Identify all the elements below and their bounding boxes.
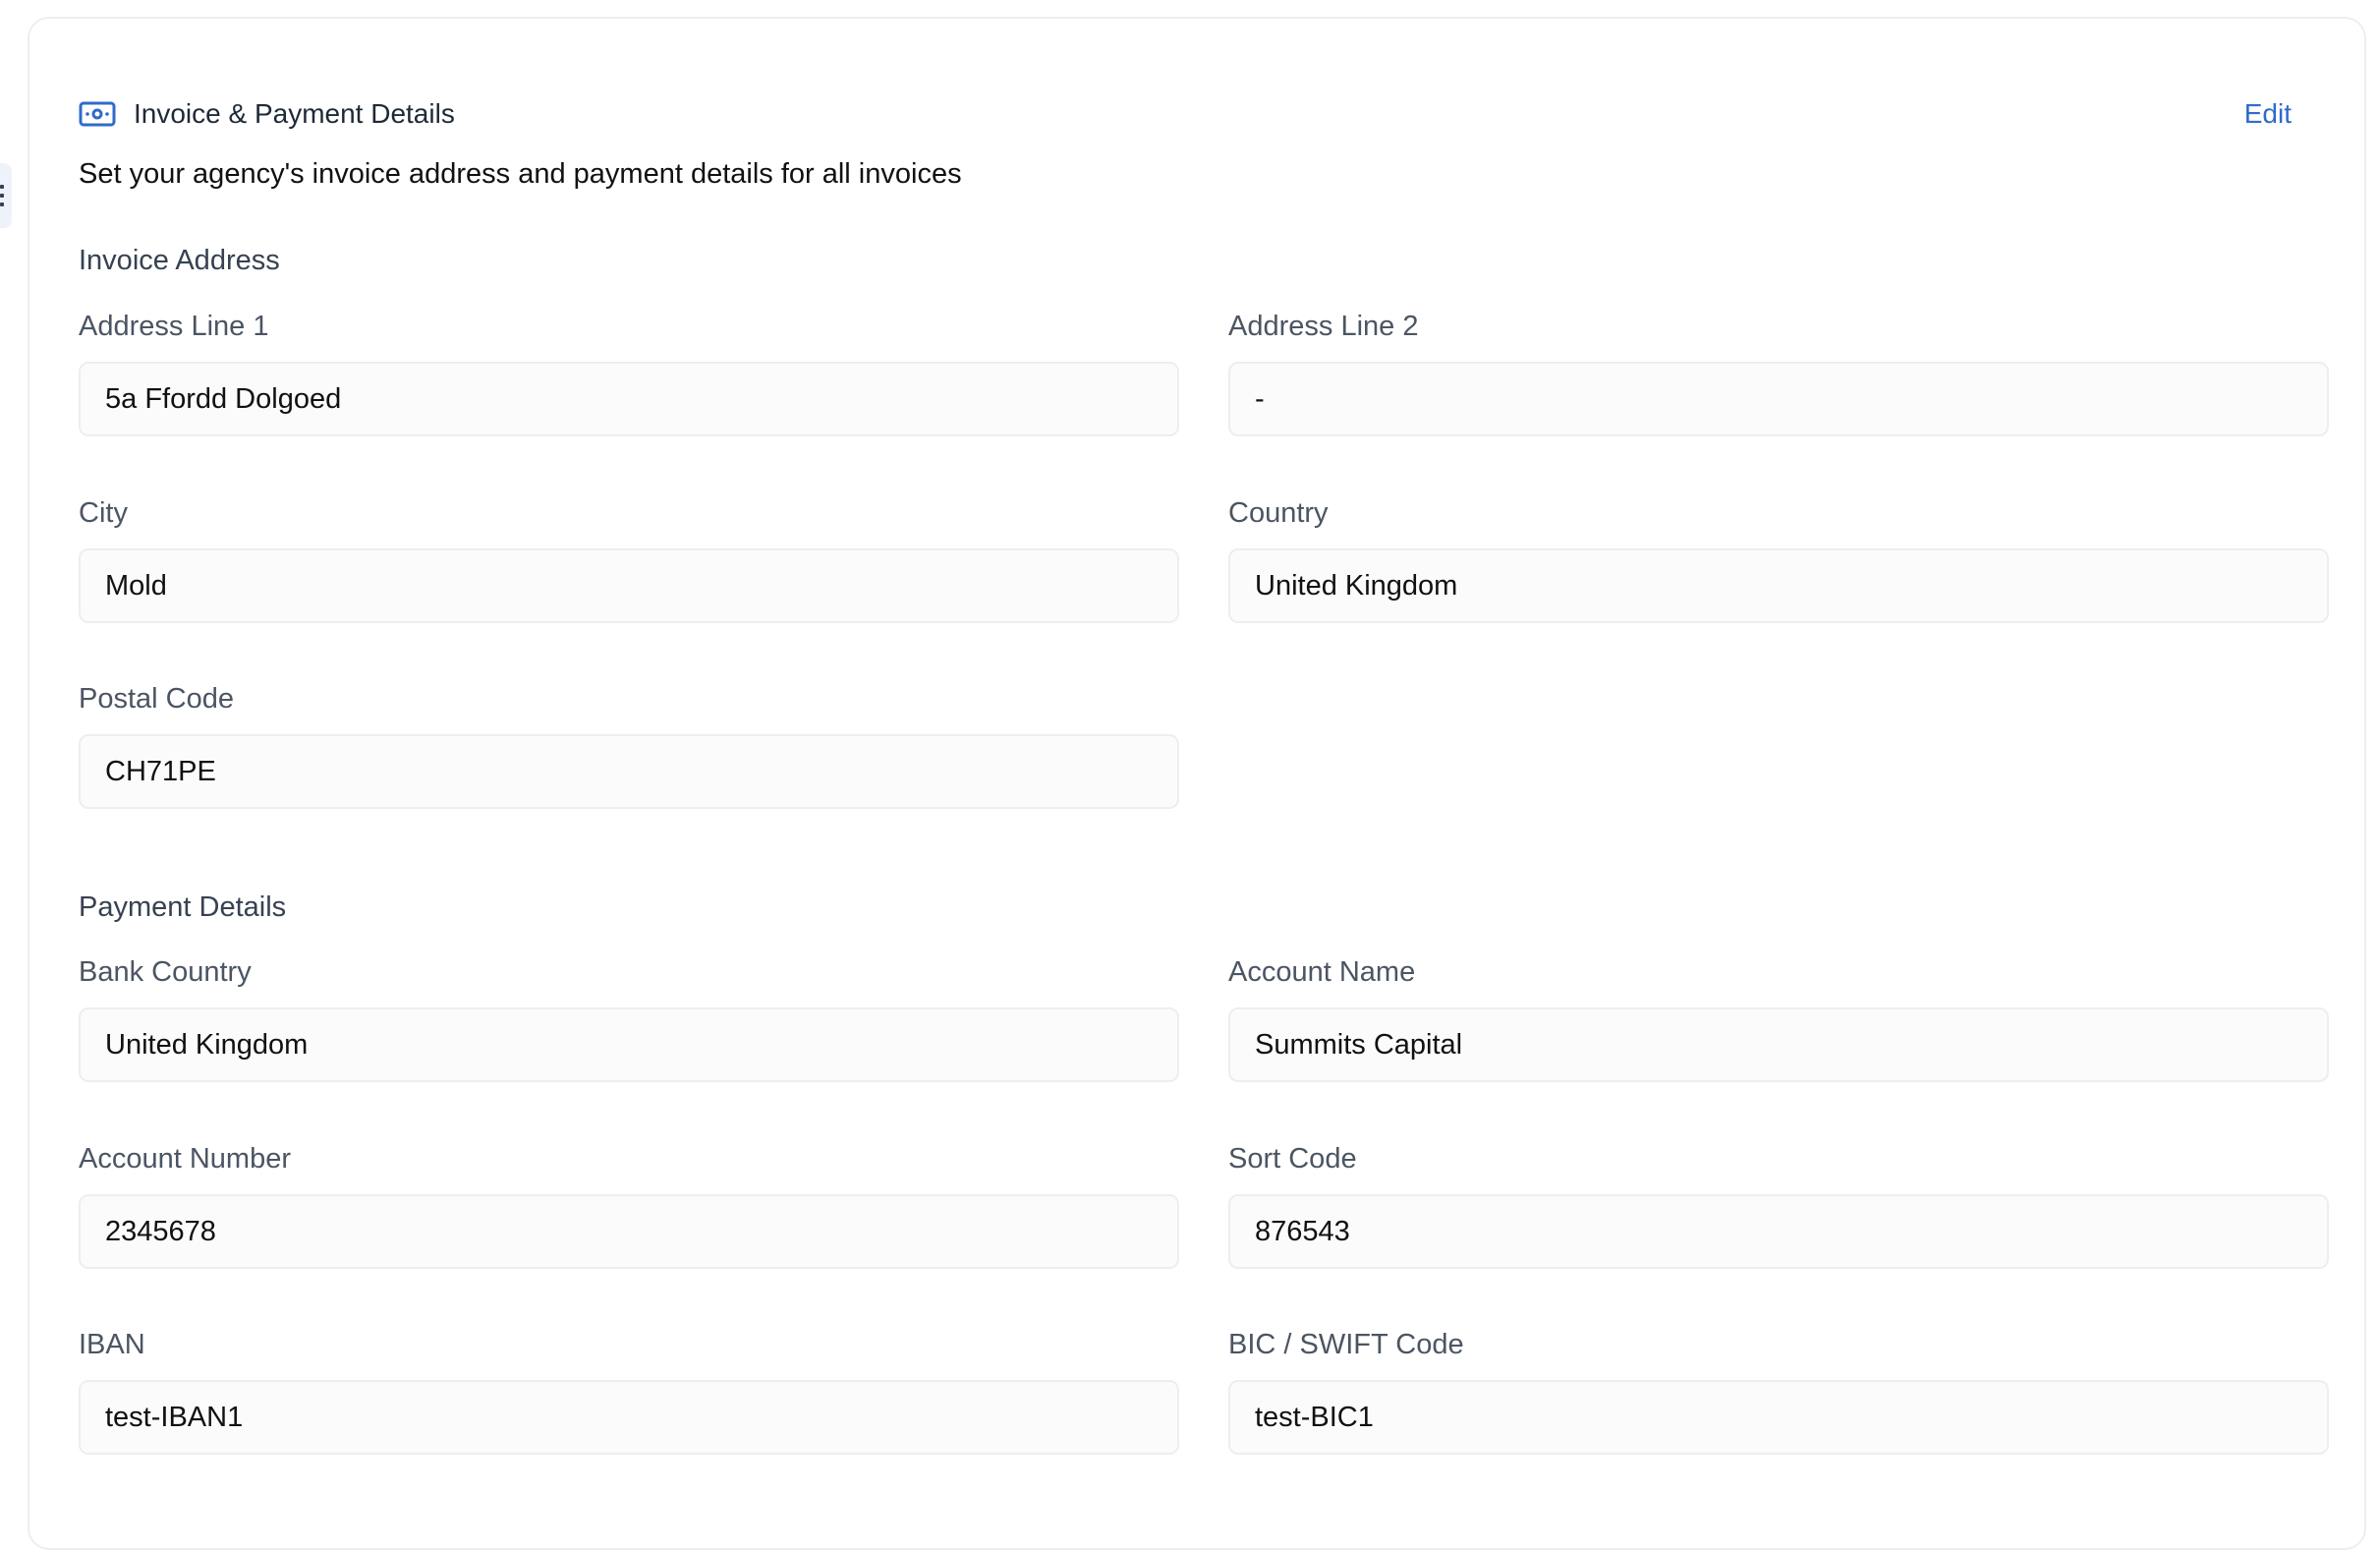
iban-field: IBAN test-IBAN1 [79,1325,1179,1455]
iban-value: test-IBAN1 [79,1380,1179,1455]
address-line-1-value: 5a Ffordd Dolgoed [79,362,1179,436]
address-line-1-label: Address Line 1 [79,311,269,342]
city-value: Mold [79,548,1179,623]
account-number-label: Account Number [79,1143,291,1175]
invoice-payment-card: Invoice & Payment Details Edit Set your … [28,17,2366,1550]
city-label: City [79,497,128,529]
bank-country-field: Bank Country United Kingdom [79,952,1179,1082]
postal-code-field: Postal Code CH71PE [79,679,1179,809]
address-line-1-field: Address Line 1 5a Ffordd Dolgoed [79,307,1179,436]
address-line-2-value: - [1228,362,2329,436]
account-name-field: Account Name Summits Capital [1228,952,2329,1082]
edit-button[interactable]: Edit [2244,98,2292,130]
bic-swift-value: test-BIC1 [1228,1380,2329,1455]
money-icon [79,100,116,128]
country-label: Country [1228,497,1329,529]
bank-country-label: Bank Country [79,956,252,988]
postal-code-value: CH71PE [79,734,1179,809]
invoice-address-heading: Invoice Address [79,245,280,276]
bic-swift-label: BIC / SWIFT Code [1228,1329,1464,1360]
account-number-value: 2345678 [79,1194,1179,1269]
sort-code-value: 876543 [1228,1194,2329,1269]
account-name-value: Summits Capital [1228,1007,2329,1082]
country-field: Country United Kingdom [1228,493,2329,623]
address-line-2-label: Address Line 2 [1228,311,1419,342]
card-subtitle: Set your agency's invoice address and pa… [79,158,962,190]
grip-icon [0,185,4,206]
card-header: Invoice & Payment Details Edit [79,82,2315,146]
address-line-2-field: Address Line 2 - [1228,307,2329,436]
card-title: Invoice & Payment Details [134,98,455,129]
account-name-label: Account Name [1228,956,1416,988]
city-field: City Mold [79,493,1179,623]
postal-code-label: Postal Code [79,683,234,715]
sort-code-field: Sort Code 876543 [1228,1139,2329,1269]
country-value: United Kingdom [1228,548,2329,623]
iban-label: IBAN [79,1329,145,1360]
side-panel-toggle[interactable] [0,163,12,228]
payment-details-heading: Payment Details [79,891,287,923]
account-number-field: Account Number 2345678 [79,1139,1179,1269]
sort-code-label: Sort Code [1228,1143,1357,1175]
bic-swift-field: BIC / SWIFT Code test-BIC1 [1228,1325,2329,1455]
bank-country-value: United Kingdom [79,1007,1179,1082]
